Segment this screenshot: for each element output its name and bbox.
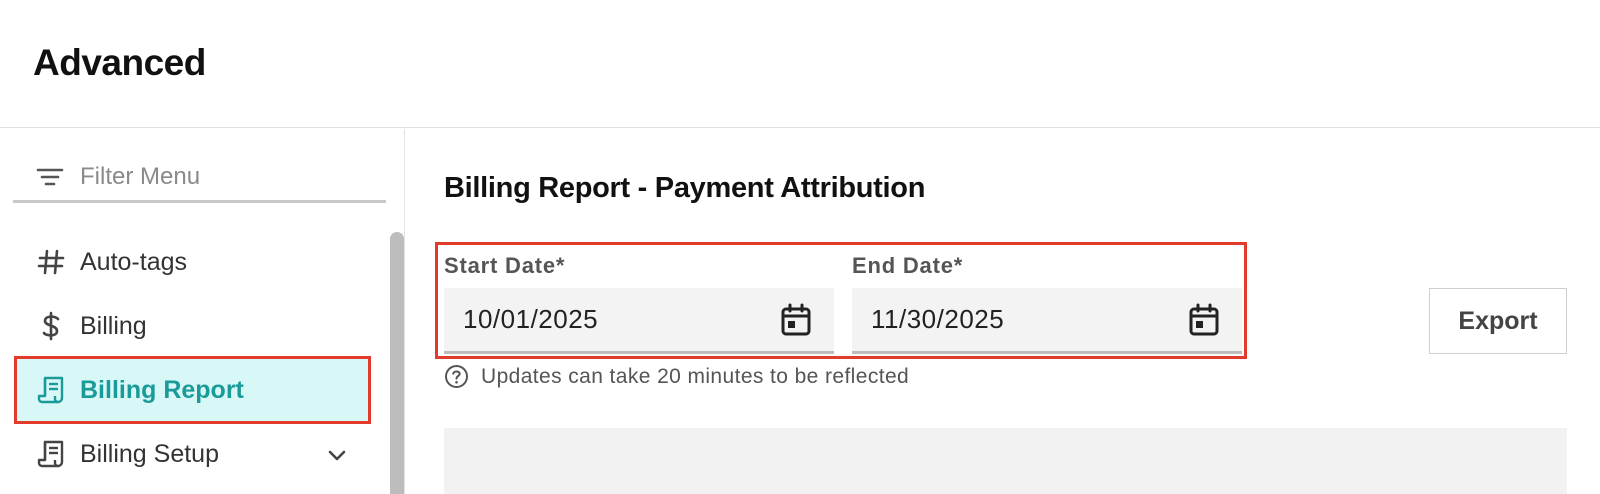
sidebar-item-label: Billing Setup	[80, 439, 219, 468]
end-date-field[interactable]: 11/30/2025	[852, 288, 1242, 354]
filter-icon	[36, 166, 64, 188]
page-title: Advanced	[33, 42, 206, 83]
calendar-icon[interactable]	[780, 303, 812, 337]
start-date-field[interactable]: 10/01/2025	[444, 288, 834, 354]
report-panel	[444, 428, 1567, 494]
report-title: Billing Report - Payment Attribution	[444, 172, 926, 204]
start-date-value: 10/01/2025	[463, 304, 599, 334]
sidebar-item-billing-setup[interactable]: Billing Setup	[16, 422, 369, 486]
end-date-label: End Date*	[852, 253, 964, 278]
filter-menu-input[interactable]: Filter Menu	[13, 153, 386, 203]
sidebar-item-auto-tags[interactable]: Auto-tags	[16, 230, 369, 294]
sidebar-item-label: Auto-tags	[80, 247, 188, 276]
update-hint: Updates can take 20 minutes to be reflec…	[444, 364, 909, 389]
sidebar-item-label: Billing Report	[80, 375, 244, 404]
filter-placeholder: Filter Menu	[80, 162, 201, 190]
receipt-icon	[36, 375, 66, 405]
dollar-icon	[36, 311, 66, 341]
end-date-value: 11/30/2025	[871, 304, 1005, 334]
export-button[interactable]: Export	[1429, 288, 1567, 354]
help-circle-icon	[444, 364, 469, 389]
sidebar-scrollbar[interactable]	[390, 232, 404, 494]
hint-text: Updates can take 20 minutes to be reflec…	[481, 364, 910, 388]
chevron-down-icon[interactable]	[327, 444, 347, 464]
sidebar: Filter Menu Auto-tags Billing Billing Re…	[0, 129, 405, 494]
sidebar-item-label: Billing	[80, 311, 147, 340]
sidebar-item-billing[interactable]: Billing	[16, 294, 369, 358]
hash-icon	[36, 247, 66, 277]
start-date-label: Start Date*	[444, 253, 566, 278]
receipt-icon	[36, 439, 66, 469]
calendar-icon[interactable]	[1188, 303, 1220, 337]
sidebar-item-billing-report[interactable]: Billing Report	[14, 356, 371, 424]
top-bar: Advanced	[0, 0, 1600, 128]
